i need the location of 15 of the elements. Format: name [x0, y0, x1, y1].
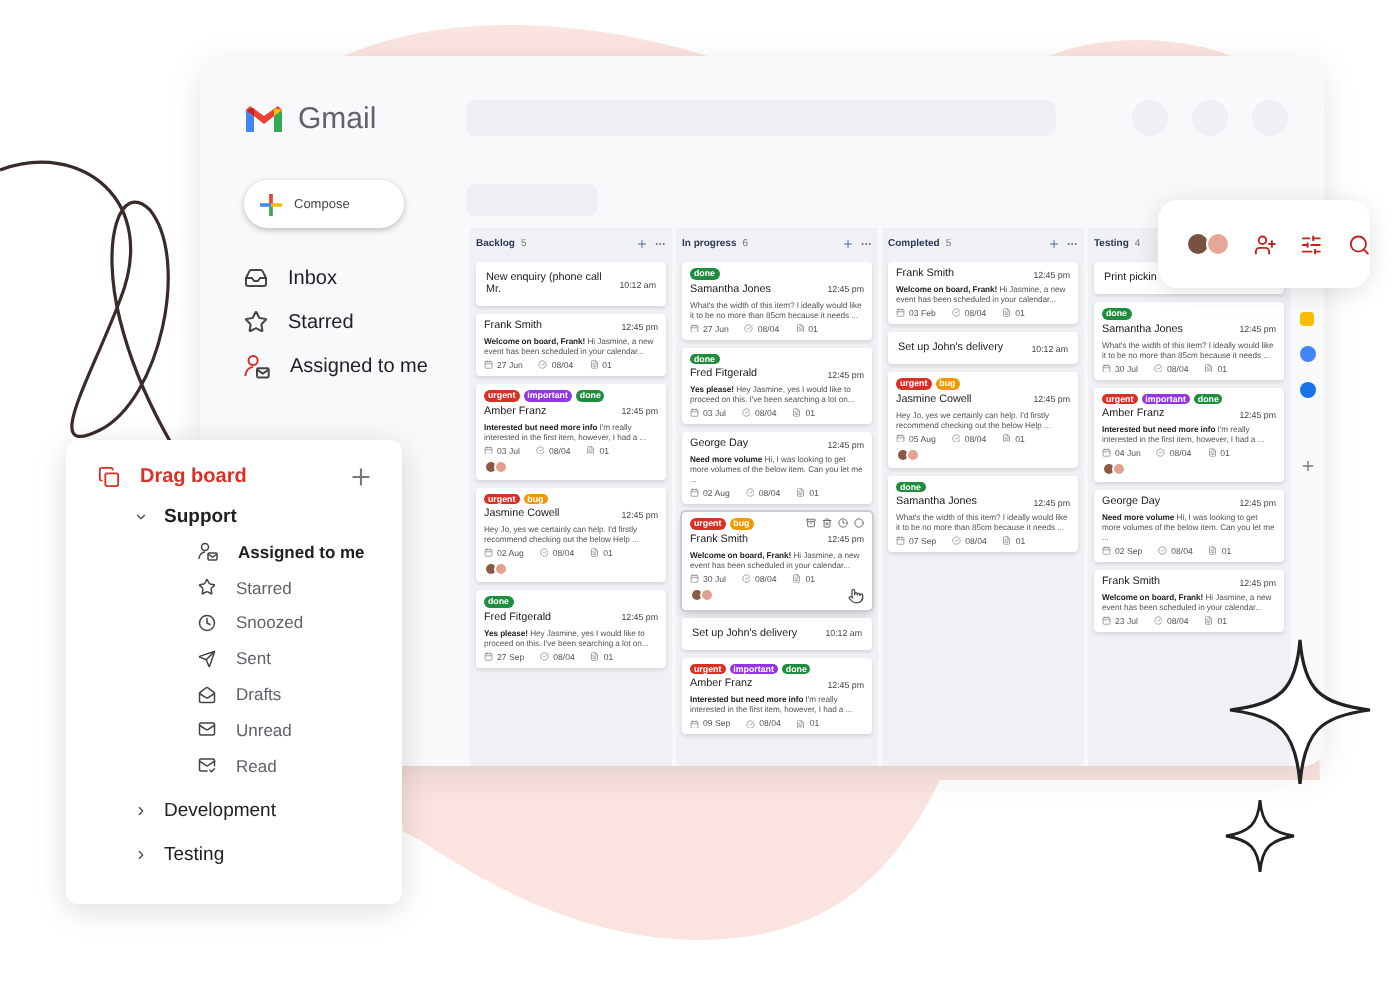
panel-title: Drag board	[140, 465, 249, 487]
board-group[interactable]: Testing	[98, 841, 374, 868]
board-item[interactable]: Unread	[98, 715, 374, 744]
board-item[interactable]: Assigned to me	[98, 538, 374, 566]
board-item[interactable]: Starred	[98, 573, 374, 602]
board-item[interactable]: Drafts	[98, 680, 374, 708]
nav-item[interactable]: Assigned to me	[244, 352, 466, 380]
app-name: Gmail	[298, 101, 377, 135]
board-item[interactable]: Read	[98, 751, 374, 780]
board-item[interactable]: Snoozed	[98, 609, 374, 637]
nav-item[interactable]: Inbox	[244, 264, 466, 292]
nav-item[interactable]: Starred	[244, 308, 466, 336]
board-group[interactable]: Development	[98, 797, 374, 824]
board-group[interactable]: Support	[98, 504, 374, 530]
board-item[interactable]: Sent	[98, 644, 374, 673]
